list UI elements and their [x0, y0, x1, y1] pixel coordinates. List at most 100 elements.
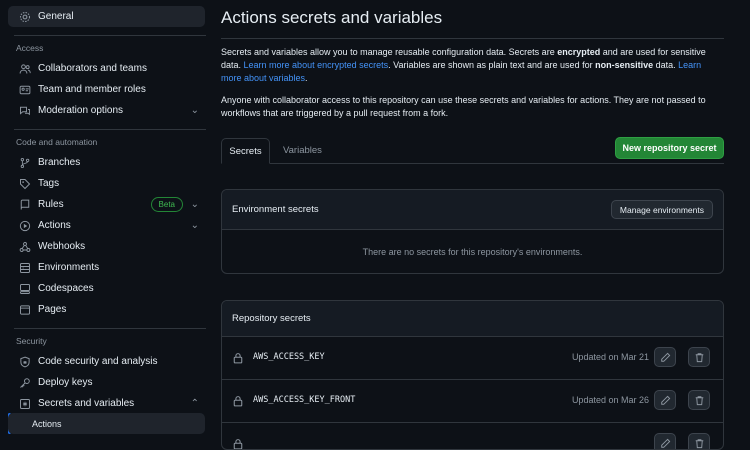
- lock-icon: [232, 351, 244, 364]
- sidebar-item-label: Actions: [38, 220, 71, 231]
- section-label-access: Access: [16, 43, 44, 53]
- sidebar-item-tags[interactable]: Tags: [8, 173, 205, 194]
- sidebar-item-secrets-variables[interactable]: Secrets and variables ⌃: [8, 393, 205, 414]
- sidebar-item-collaborators[interactable]: Collaborators and teams: [8, 58, 205, 79]
- text: .: [305, 73, 308, 83]
- secret-row: AWS_ACCESS_KEY Updated on Mar 21: [222, 337, 723, 380]
- manage-environments-button[interactable]: Manage environments: [610, 200, 713, 219]
- section-label-code-automation: Code and automation: [16, 137, 98, 147]
- lock-icon: [232, 394, 244, 407]
- people-icon: [18, 62, 32, 76]
- sidebar-item-codespaces[interactable]: Codespaces: [8, 278, 205, 299]
- sidebar-item-label: Moderation options: [38, 105, 124, 116]
- sidebar-item-label: Webhooks: [38, 241, 86, 252]
- sidebar-item-label: Code security and analysis: [38, 356, 158, 367]
- sidebar-subitem-actions[interactable]: Actions: [8, 413, 205, 434]
- box-title: Repository secrets: [232, 313, 311, 324]
- sidebar-item-code-security[interactable]: Code security and analysis: [8, 351, 205, 372]
- learn-more-secrets-link[interactable]: Learn more about encrypted secrets: [244, 60, 389, 70]
- edit-secret-button[interactable]: [654, 347, 676, 367]
- sidebar-item-label: Rules: [38, 199, 64, 210]
- sidebar-item-label: Actions: [32, 418, 62, 429]
- secret-name: AWS_ACCESS_KEY_FRONT: [253, 395, 356, 405]
- sidebar-item-environments[interactable]: Environments: [8, 257, 205, 278]
- delete-secret-button[interactable]: [688, 433, 710, 449]
- secret-row: AWS_ACCESS_KEY_FRONT Updated on Mar 26: [222, 380, 723, 423]
- comment-discussion-icon: [18, 104, 32, 118]
- sidebar-item-team-roles[interactable]: Team and member roles: [8, 79, 205, 100]
- sidebar-item-rules[interactable]: Rules Beta ⌄: [8, 194, 205, 215]
- chevron-down-icon[interactable]: ⌄: [191, 199, 199, 210]
- play-circle-icon: [18, 219, 32, 233]
- git-branch-icon: [18, 156, 32, 170]
- environment-secrets-box: Environment secrets Manage environments …: [221, 189, 724, 274]
- sidebar-item-actions[interactable]: Actions ⌄: [8, 215, 205, 236]
- browser-icon: [18, 303, 32, 317]
- sidebar-item-label: Codespaces: [38, 283, 94, 294]
- beta-badge: Beta: [150, 197, 183, 212]
- repo-push-icon: [18, 198, 32, 212]
- sidebar-item-deploy-keys[interactable]: Deploy keys: [8, 372, 205, 393]
- pencil-icon: [660, 438, 670, 448]
- shield-lock-icon: [18, 355, 32, 369]
- bold-text: encrypted: [557, 47, 601, 57]
- divider: [14, 328, 206, 329]
- webhook-icon: [18, 240, 32, 254]
- sidebar-item-label: Tags: [38, 178, 60, 189]
- divider: [14, 129, 206, 130]
- page-title: Actions secrets and variables: [221, 8, 443, 27]
- sidebar-item-pages[interactable]: Pages: [8, 299, 205, 320]
- sidebar-item-label: Collaborators and teams: [38, 63, 147, 74]
- title-divider: [221, 38, 724, 39]
- sidebar-item-label: Pages: [38, 304, 67, 315]
- bold-text: non-sensitive: [595, 60, 654, 70]
- empty-state: There are no secrets for this repository…: [362, 247, 583, 257]
- sidebar-item-webhooks[interactable]: Webhooks: [8, 236, 205, 257]
- intro-text: Secrets and variables allow you to manag…: [221, 46, 724, 85]
- box-title: Environment secrets: [232, 204, 319, 215]
- box-header: Repository secrets: [222, 301, 723, 337]
- settings-sidebar: General Access Collaborators and teams T…: [0, 0, 212, 437]
- delete-secret-button[interactable]: [688, 347, 710, 367]
- id-badge-icon: [18, 83, 32, 97]
- tag-icon: [18, 177, 32, 191]
- sidebar-item-label: Branches: [38, 157, 81, 168]
- sidebar-item-label: Deploy keys: [38, 377, 93, 388]
- pencil-icon: [660, 352, 670, 362]
- asterisk-box-icon: [18, 397, 32, 411]
- text: data.: [653, 60, 679, 70]
- delete-secret-button[interactable]: [688, 390, 710, 410]
- trash-icon: [695, 352, 703, 362]
- sidebar-item-branches[interactable]: Branches: [8, 152, 205, 173]
- server-icon: [18, 261, 32, 275]
- sidebar-item-label: Environments: [38, 262, 100, 273]
- sidebar-item-label: General: [38, 11, 74, 22]
- pencil-icon: [660, 395, 670, 405]
- trash-icon: [695, 395, 703, 405]
- key-icon: [18, 376, 32, 390]
- edit-secret-button[interactable]: [654, 433, 676, 449]
- sidebar-item-general[interactable]: General: [8, 6, 205, 27]
- lock-icon: [232, 437, 244, 449]
- text: Secrets and variables allow you to manag…: [221, 47, 558, 57]
- repository-secrets-box: Repository secrets AWS_ACCESS_KEY Update…: [221, 300, 724, 450]
- sidebar-item-label: Secrets and variables: [38, 398, 135, 409]
- sidebar-item-label: Team and member roles: [38, 84, 146, 95]
- secret-updated: Updated on Mar 26: [571, 395, 649, 405]
- section-label-security: Security: [16, 336, 47, 346]
- sidebar-item-moderation[interactable]: Moderation options ⌄: [8, 100, 205, 121]
- box-header: Environment secrets Manage environments: [222, 190, 723, 230]
- new-repository-secret-button[interactable]: New repository secret: [615, 137, 724, 159]
- tab-secrets[interactable]: Secrets: [221, 138, 270, 164]
- chevron-down-icon[interactable]: ⌄: [191, 220, 199, 231]
- chevron-up-icon[interactable]: ⌃: [191, 398, 199, 409]
- divider: [14, 35, 206, 36]
- tab-variables[interactable]: Variables: [283, 138, 322, 163]
- codespaces-icon: [18, 282, 32, 296]
- chevron-down-icon[interactable]: ⌄: [191, 105, 199, 116]
- gear-icon: [18, 10, 32, 24]
- edit-secret-button[interactable]: [654, 390, 676, 410]
- trash-icon: [695, 438, 703, 448]
- access-note: Anyone with collaborator access to this …: [221, 95, 706, 118]
- secret-updated: Updated on Mar 21: [571, 352, 649, 362]
